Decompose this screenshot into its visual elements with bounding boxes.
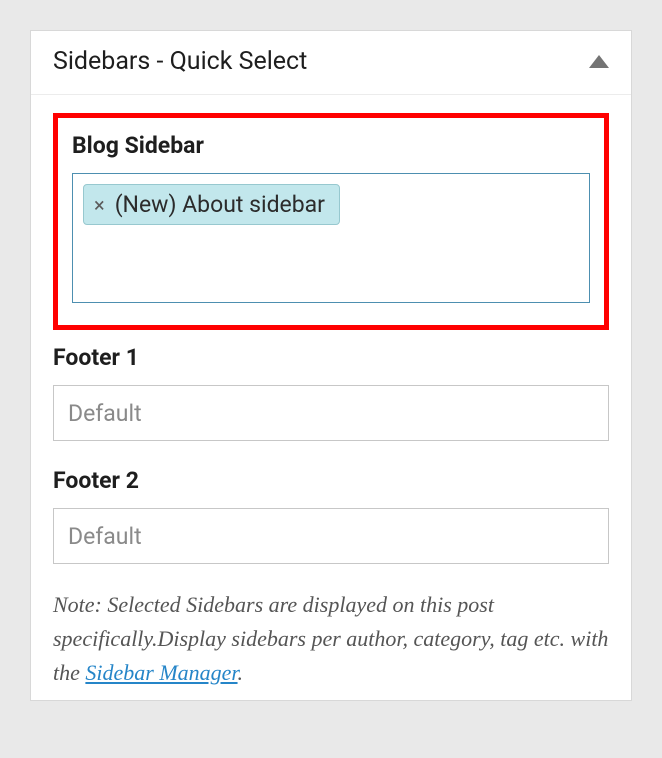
sidebars-quick-select-metabox: Sidebars - Quick Select Blog Sidebar × (… <box>30 30 632 701</box>
blog-sidebar-token: × (New) About sidebar <box>83 184 340 225</box>
footer1-select[interactable] <box>53 385 609 441</box>
footer2-label: Footer 2 <box>53 467 609 494</box>
token-remove-icon[interactable]: × <box>94 195 105 215</box>
metabox-title: Sidebars - Quick Select <box>53 47 307 76</box>
metabox-header[interactable]: Sidebars - Quick Select <box>31 31 631 95</box>
sidebar-manager-link[interactable]: Sidebar Manager <box>85 660 237 685</box>
blog-sidebar-select[interactable]: × (New) About sidebar <box>72 173 590 303</box>
token-label: (New) About sidebar <box>115 191 325 218</box>
footer2-select[interactable] <box>53 508 609 564</box>
footer1-label: Footer 1 <box>53 344 609 371</box>
note-text-after: . <box>238 660 244 685</box>
blog-sidebar-label: Blog Sidebar <box>72 132 590 159</box>
collapse-toggle-icon[interactable] <box>589 55 609 68</box>
blog-sidebar-highlight: Blog Sidebar × (New) About sidebar <box>53 113 609 330</box>
metabox-note: Note: Selected Sidebars are displayed on… <box>53 588 609 690</box>
metabox-body: Blog Sidebar × (New) About sidebar Foote… <box>31 95 631 700</box>
